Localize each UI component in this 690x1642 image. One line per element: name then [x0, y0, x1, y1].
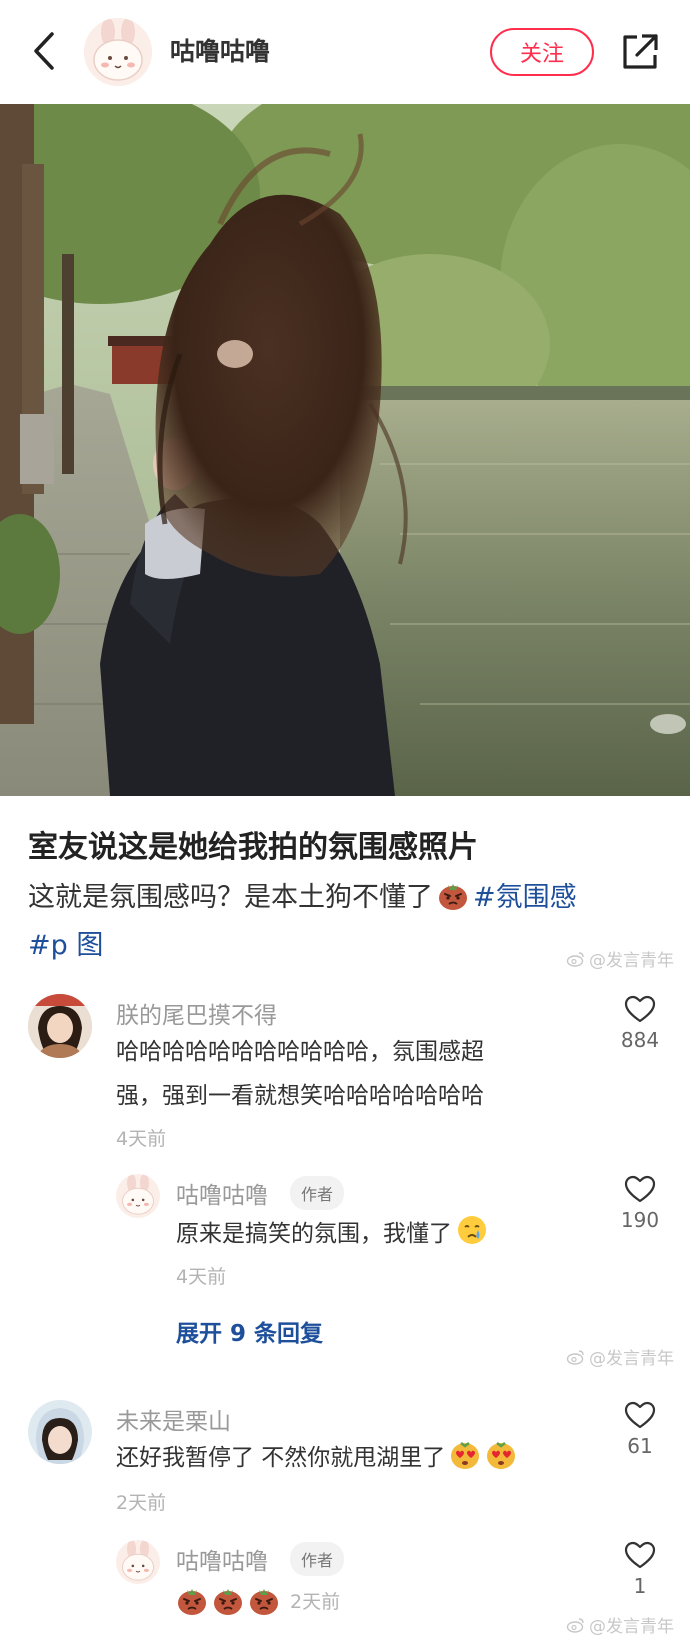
like-button[interactable]: 190: [610, 1174, 670, 1232]
weibo-logo-icon: [566, 1617, 584, 1633]
comment-username[interactable]: 朕的尾巴摸不得: [116, 996, 277, 1030]
watermark-text: @发言青年: [589, 1617, 674, 1637]
reply-timestamp: 2天前: [290, 1590, 341, 1613]
like-count: 884: [620, 1028, 660, 1052]
like-button[interactable]: 884: [610, 994, 670, 1052]
author-badge: 作者: [290, 1542, 345, 1576]
reply-timestamp: 4天前: [176, 1266, 227, 1288]
heart-eyes-face-icon: [486, 1441, 517, 1470]
heart-icon: [624, 1401, 656, 1429]
post-title: 室友说这是她给我拍的氛围感照片: [28, 830, 478, 865]
watermark-text: @发言青年: [589, 1349, 674, 1369]
expand-replies-button[interactable]: 展开 9 条回复: [176, 1314, 323, 1348]
heart-icon: [624, 995, 656, 1023]
watermark: @发言青年: [566, 946, 674, 971]
reply-text: 原来是搞笑的氛围，我懂了: [176, 1212, 492, 1256]
top-bar: 咕噜咕噜 关注: [0, 0, 690, 104]
heart-icon: [624, 1175, 656, 1203]
watermark: @发言青年: [566, 1344, 674, 1369]
angry-face-icon: [438, 883, 468, 911]
follow-button[interactable]: 关注: [490, 28, 594, 76]
post-photo[interactable]: [0, 104, 690, 796]
like-count: 190: [620, 1208, 660, 1232]
weibo-logo-icon: [566, 1349, 584, 1365]
angry-face-icon: [249, 1588, 279, 1616]
comment-text: 哈哈哈哈哈哈哈哈哈哈哈，氛围感超 强，强到一看就想笑哈哈哈哈哈哈哈: [116, 1030, 576, 1118]
heart-eyes-face-icon: [450, 1441, 481, 1470]
comment-text: 还好我暂停了 不然你就甩湖里了: [116, 1436, 521, 1480]
crying-face-icon: [457, 1215, 487, 1245]
watermark-text: @发言青年: [589, 951, 674, 971]
hashtag-link[interactable]: #p 图: [28, 930, 103, 961]
watermark: @发言青年: [566, 1612, 674, 1637]
heart-icon: [624, 1541, 656, 1569]
author-badge: 作者: [290, 1176, 345, 1210]
reply-avatar[interactable]: [116, 1174, 160, 1218]
reply-emoji-row: 2天前: [176, 1584, 340, 1616]
comment-text-line: 强，强到一看就想笑哈哈哈哈哈哈哈: [116, 1083, 484, 1109]
reply-username[interactable]: 咕噜咕噜: [176, 1176, 268, 1210]
share-icon[interactable]: [620, 32, 660, 72]
author-name[interactable]: 咕噜咕噜: [170, 32, 270, 68]
back-arrow-icon[interactable]: [28, 28, 64, 74]
author-avatar[interactable]: [84, 18, 152, 86]
like-button[interactable]: 61: [610, 1400, 670, 1458]
like-count: 61: [627, 1434, 653, 1458]
comment-timestamp: 4天前: [116, 1128, 167, 1150]
comment-text-content: 还好我暂停了 不然你就甩湖里了: [116, 1445, 446, 1471]
reply-username[interactable]: 咕噜咕噜: [176, 1542, 268, 1576]
comment-text-line: 哈哈哈哈哈哈哈哈哈哈哈，氛围感超: [116, 1039, 484, 1065]
commenter-avatar[interactable]: [28, 994, 92, 1058]
weibo-logo-icon: [566, 951, 584, 967]
reply-avatar[interactable]: [116, 1540, 160, 1584]
angry-face-icon: [213, 1588, 243, 1616]
commenter-avatar[interactable]: [28, 1400, 92, 1464]
comment-username[interactable]: 未来是栗山: [116, 1402, 231, 1436]
post-body-text: 这就是氛围感吗？是本土狗不懂了: [28, 882, 433, 913]
comment-timestamp: 2天前: [116, 1492, 167, 1514]
like-count: 1: [633, 1574, 647, 1598]
reply-text-content: 原来是搞笑的氛围，我懂了: [176, 1221, 452, 1247]
angry-face-icon: [177, 1588, 207, 1616]
hashtag-link[interactable]: #氛围感: [473, 882, 577, 913]
like-button[interactable]: 1: [610, 1540, 670, 1598]
